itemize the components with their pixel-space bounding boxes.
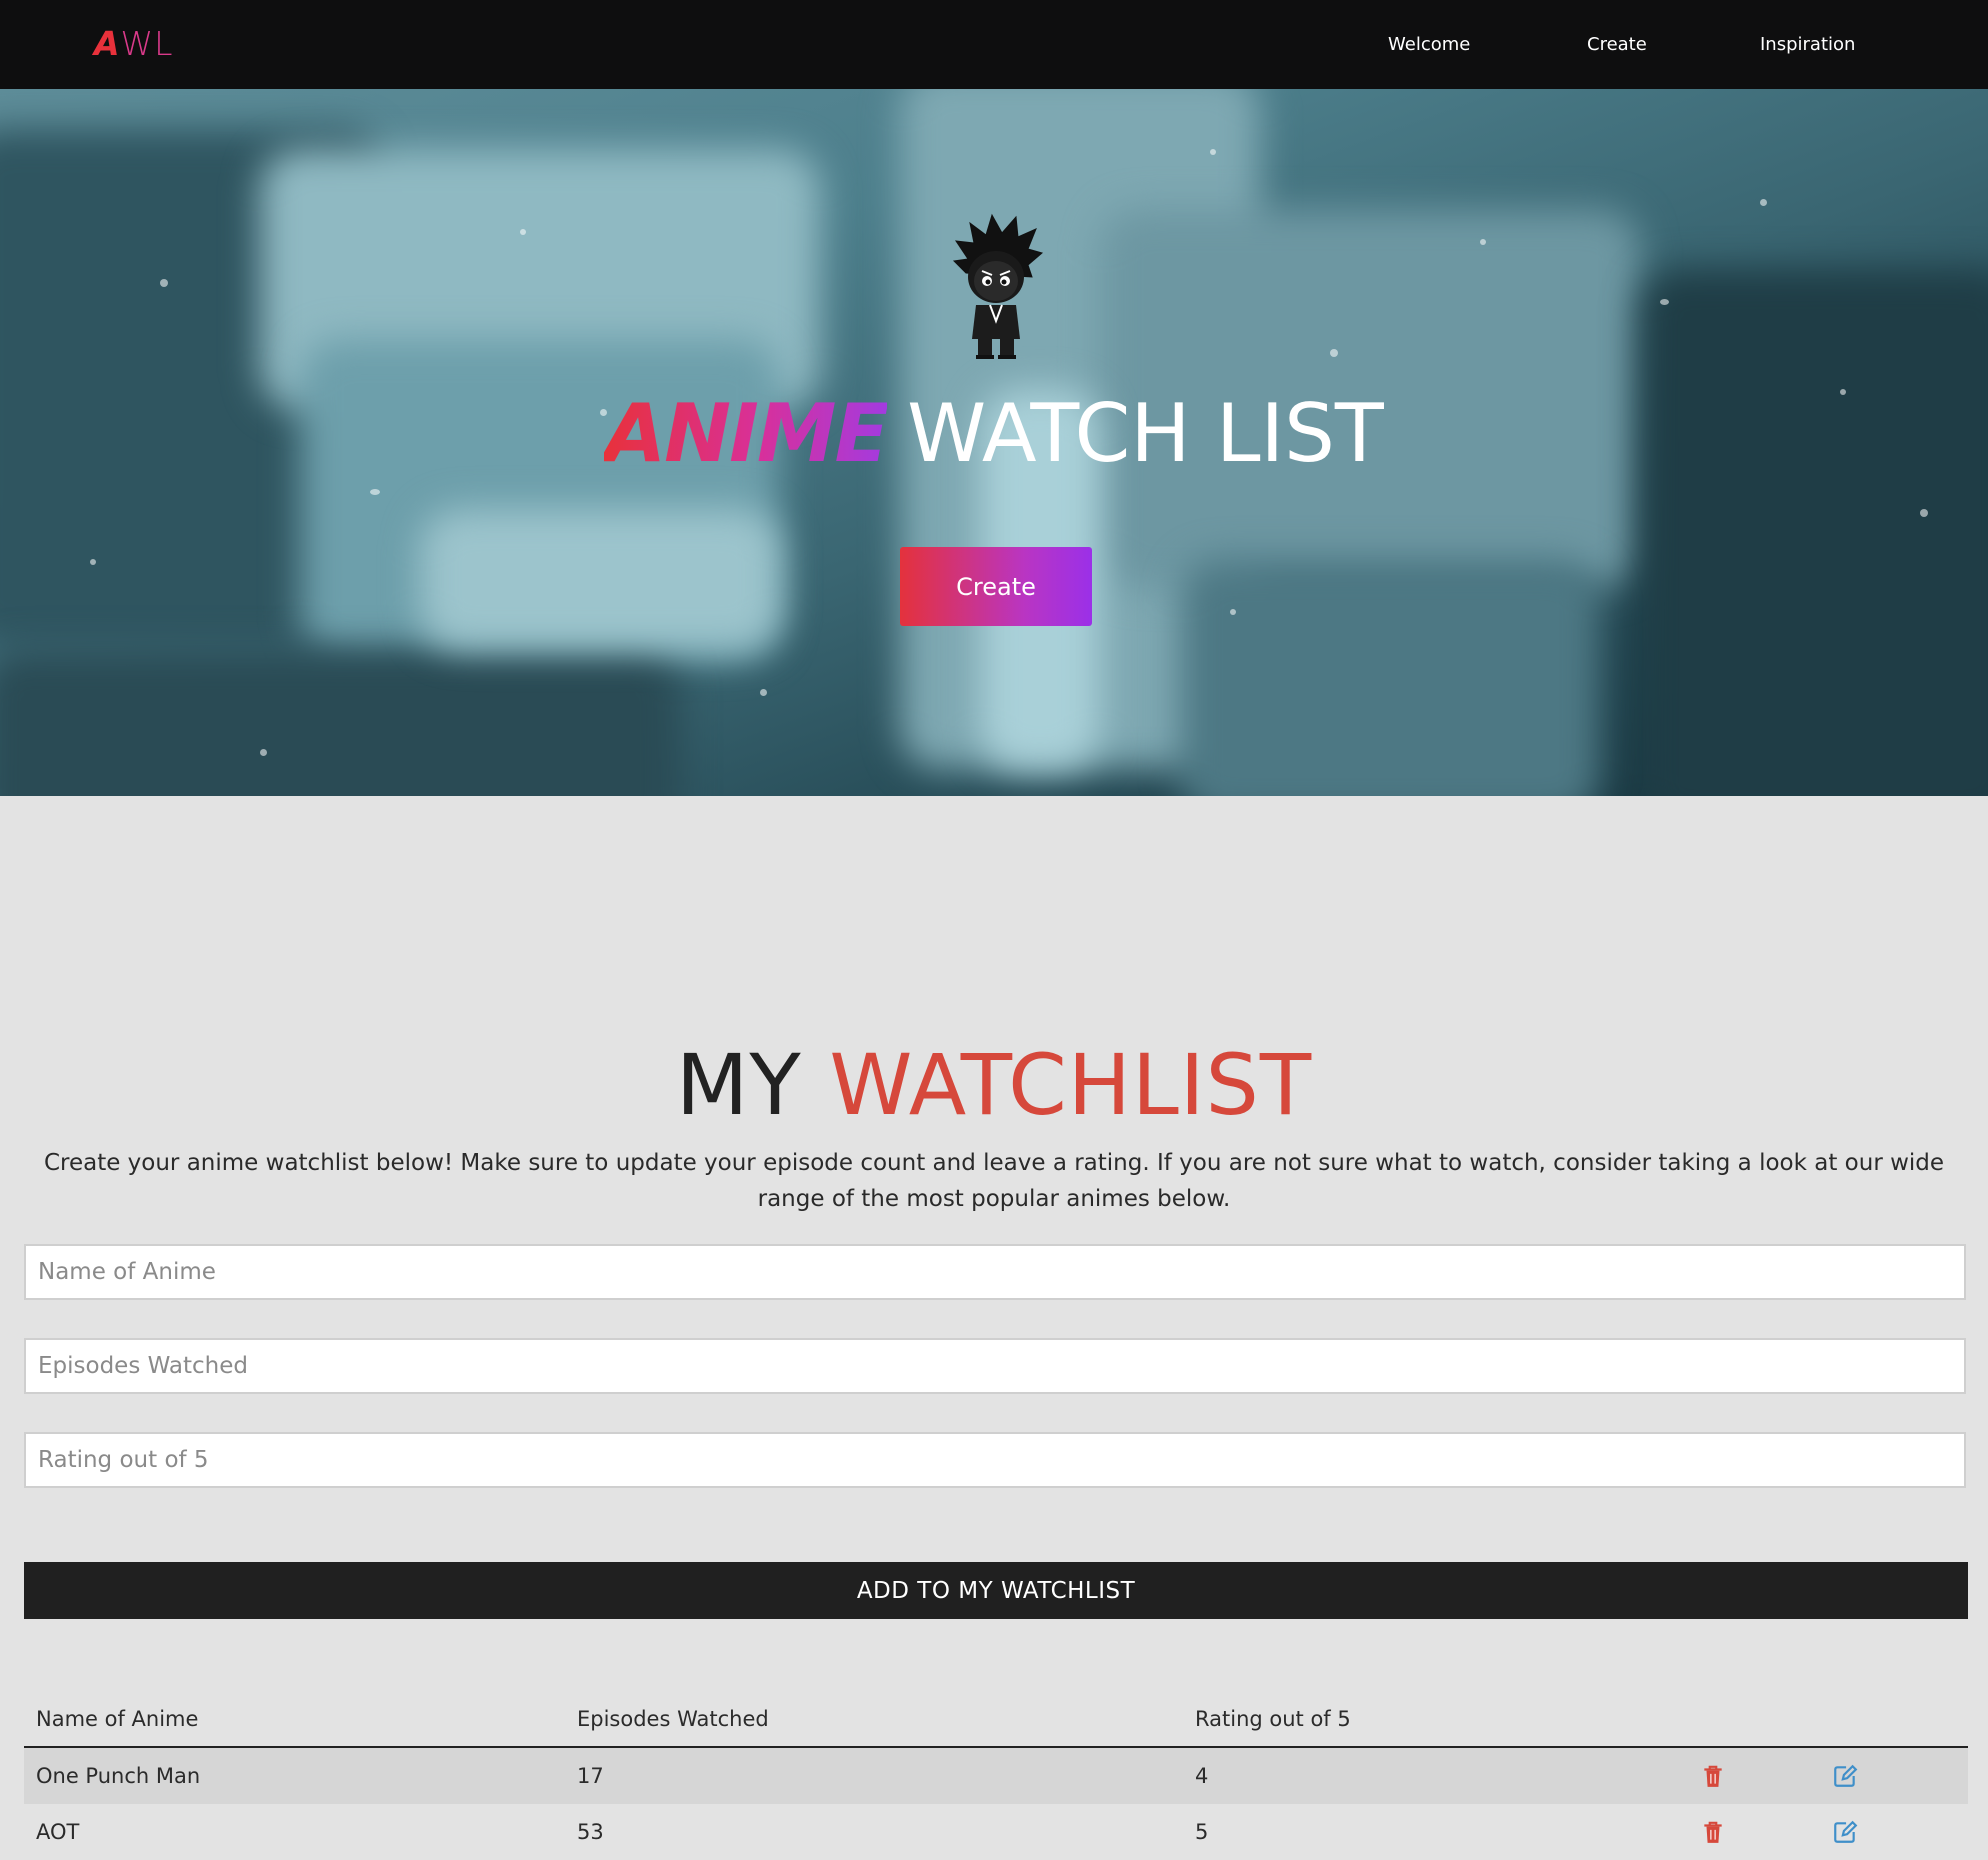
watchlist-title-watchlist: WATCHLIST	[829, 1036, 1313, 1134]
hero-title-rest: WATCH LIST	[907, 387, 1384, 480]
logo-letter-a: A	[94, 24, 121, 63]
watchlist-intro: Create your anime watchlist below! Make …	[43, 1150, 1945, 1212]
logo-letters-wl: WL	[120, 24, 174, 63]
row-rating: 5	[1195, 1820, 1209, 1844]
watchlist-title: MY WATCHLIST	[0, 1035, 1988, 1135]
watchlist-title-my: MY	[675, 1036, 802, 1134]
table-header-episodes: Episodes Watched	[577, 1707, 769, 1731]
hero-title: ANIME WATCH LIST	[0, 384, 1988, 484]
row-episodes: 17	[577, 1764, 604, 1788]
navbar: AWL Welcome Create Inspiration	[0, 0, 1988, 89]
row-rating: 4	[1195, 1764, 1209, 1788]
edit-icon[interactable]	[1832, 1819, 1858, 1845]
anime-character-icon	[952, 213, 1044, 359]
table-row: One Punch Man 17 4	[24, 1748, 1968, 1804]
anime-name-input[interactable]	[24, 1244, 1966, 1300]
hero-title-accent: ANIME	[604, 387, 889, 480]
trash-icon[interactable]	[1700, 1763, 1726, 1789]
nav-link-welcome[interactable]: Welcome	[1388, 30, 1470, 60]
trash-icon[interactable]	[1700, 1819, 1726, 1845]
episodes-watched-input[interactable]	[24, 1338, 1966, 1394]
nav-link-inspiration[interactable]: Inspiration	[1760, 30, 1855, 60]
edit-icon[interactable]	[1832, 1763, 1858, 1789]
row-anime-name: AOT	[36, 1820, 80, 1844]
add-to-watchlist-button[interactable]: ADD TO MY WATCHLIST	[24, 1562, 1968, 1619]
table-header-rating: Rating out of 5	[1195, 1707, 1351, 1731]
table-header-name: Name of Anime	[36, 1707, 199, 1731]
row-episodes: 53	[577, 1820, 604, 1844]
row-anime-name: One Punch Man	[36, 1764, 201, 1788]
hero-banner: ANIME WATCH LIST Create	[0, 89, 1988, 796]
rating-input[interactable]	[24, 1432, 1966, 1488]
hero-create-button[interactable]: Create	[900, 547, 1092, 626]
table-row: AOT 53 5	[24, 1804, 1968, 1860]
nav-link-create[interactable]: Create	[1587, 30, 1647, 60]
logo[interactable]: AWL	[94, 22, 174, 66]
